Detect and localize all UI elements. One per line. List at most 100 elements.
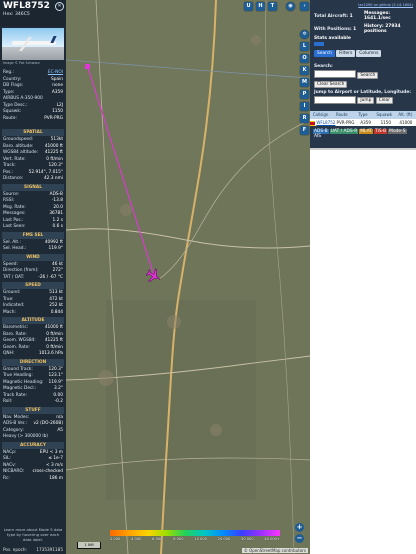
detail-label[interactable]: TAT / OAT: (3, 275, 24, 282)
source-legend: ADS-B UAT / ADS-R MLAT TIS-B Mode-SAIS (313, 129, 413, 139)
with-positions-value: 1 (353, 27, 357, 32)
toggle-l-button[interactable]: L (300, 42, 309, 51)
detail-value: A5 (57, 427, 63, 433)
detail-label[interactable]: QNH: (3, 351, 14, 358)
altitude-scale-label: 8 000 (173, 537, 184, 541)
layers-icon[interactable]: ◉ (286, 2, 295, 11)
with-positions: With Positions: 1 (314, 27, 356, 32)
total-aircraft-value: 1 (349, 14, 353, 19)
pos-epoch: Pos. epoch: 1735391185 (3, 547, 63, 552)
toggle-h-button[interactable]: H (256, 2, 265, 11)
town-area (120, 204, 132, 216)
row-callsign: WFL8752 (310, 119, 335, 126)
detail-label[interactable]: Sel. Head.: (3, 246, 26, 253)
toggle-r-button[interactable]: R (300, 114, 309, 123)
footer-note: Learn more about Mode S data type by hov… (3, 527, 63, 542)
trail-start-marker (85, 64, 90, 69)
with-positions-label: With Positions: (314, 27, 352, 32)
tab-search[interactable]: Search (314, 50, 336, 57)
detail-label[interactable]: Roll: (3, 399, 12, 406)
section-header: FMS SEL (2, 231, 64, 239)
hex-code: 346C5 (14, 12, 30, 17)
field-area (106, 300, 256, 500)
detail-value: 0.6 s (52, 224, 63, 229)
app-root: WFL8752 Hex: 346C5 ✕ Image © Pat Schwarz… (0, 0, 416, 554)
tab-filters[interactable]: Filters (336, 50, 356, 57)
section-header: WIND (2, 253, 64, 261)
jump-button[interactable]: Jump (357, 97, 375, 104)
altitude-scale-label: 40 000+ (264, 537, 280, 541)
map-attribution[interactable]: © OpenStreetMap contributors (241, 548, 308, 553)
detail-label[interactable]: Last Seen: (3, 224, 26, 231)
legend-item[interactable]: AIS (313, 134, 323, 139)
detail-row: QNH: 1013.6 hPa (2, 351, 64, 358)
list-scrollbar[interactable] (310, 148, 416, 150)
toggle-k-button[interactable]: K (300, 66, 309, 75)
toggle-u-button[interactable]: U (244, 2, 253, 11)
detail-row: Last Seen: 0.6 s (2, 224, 64, 231)
version-link[interactable]: tar1090 on github (3.14.1604) (358, 3, 413, 7)
search-label: Search: (314, 64, 333, 69)
col-altitude[interactable]: Alt. (ft) (395, 111, 416, 119)
messages-value: 1641.1/sec (364, 16, 391, 21)
col-squawk[interactable]: Squawk (374, 111, 395, 119)
detail-row: Heavy (> 300000 lb) (2, 434, 64, 441)
detail-label[interactable]: Heavy (> 300000 lb) (3, 434, 48, 441)
zoom-out-button[interactable]: − (295, 534, 304, 543)
altitude-scale-label: 4 000 (131, 537, 142, 541)
row-altitude: 41000 (399, 120, 413, 125)
settings-gear-icon[interactable]: ✲ (300, 30, 309, 39)
stats-available: Stats available (314, 36, 351, 41)
section-header: SPATIAL (2, 129, 64, 136)
section-header: ACCURACY (2, 441, 64, 449)
history-count: History: 27934 positions (364, 24, 414, 34)
altitude-scale-label: 2 000 (110, 537, 121, 541)
col-route[interactable]: Route (331, 111, 352, 119)
collapse-sidebar-icon[interactable]: ‹ (300, 2, 309, 11)
search-input[interactable] (314, 70, 356, 78)
detail-row: Mach: 0.844 (2, 310, 64, 317)
clear-search-button[interactable]: Clear Search (314, 80, 348, 88)
toggle-i-button[interactable]: I (300, 102, 309, 111)
detail-header: WFL8752 Hex: 346C5 ✕ (0, 0, 66, 26)
toggle-o-button[interactable]: O (300, 54, 309, 63)
stats-toggle-icon[interactable] (314, 42, 324, 46)
detail-label[interactable]: Route: (3, 116, 17, 123)
clear-jump-button[interactable]: Clear (375, 97, 393, 104)
detail-row: Roll: -0.2 (2, 399, 64, 406)
detail-row: Sel. Head.: 119.9° (2, 246, 64, 253)
table-header: Callsign Route Type Squawk Alt. (ft) (310, 111, 416, 119)
col-type[interactable]: Type (352, 111, 373, 119)
detail-value: 186 m (49, 475, 63, 481)
zoom-in-button[interactable]: + (295, 523, 304, 532)
detail-label[interactable]: Rc: (3, 476, 10, 483)
legend-item[interactable]: Mode-S (388, 129, 407, 134)
altitude-scale-label: 30 000 (241, 537, 254, 541)
detail-label[interactable]: Distance: (3, 176, 23, 183)
legend-item[interactable]: TIS-B (373, 129, 388, 134)
toggle-p-button[interactable]: P (300, 90, 309, 99)
col-callsign[interactable]: Callsign (310, 111, 331, 119)
close-icon[interactable]: ✕ (55, 2, 64, 11)
map-canvas[interactable] (66, 0, 310, 554)
search-button[interactable]: Search (357, 71, 379, 79)
toggle-f-button[interactable]: F (300, 126, 309, 135)
town-area (251, 35, 261, 45)
section-header: SIGNAL (2, 183, 64, 191)
map-view[interactable]: U H T ◉ ‹ ✲ L O K M P I R F + − 2 000 4 0… (66, 0, 310, 554)
toggle-t-button[interactable]: T (268, 2, 277, 11)
toggle-m-button[interactable]: M (300, 78, 309, 87)
detail-sections: SPATIAL Groundspeed: 513kt Baro. altitude: 4… (2, 128, 64, 482)
town-area (210, 424, 222, 436)
row-squawk: 1150 (380, 120, 391, 125)
row-route: PVR-PRG (336, 120, 355, 125)
detail-label[interactable]: Mach: (3, 310, 16, 317)
stats-header: tar1090 on github (3.14.1604) Total Airc… (310, 0, 416, 148)
aircraft-photo[interactable] (2, 28, 64, 60)
jump-input[interactable] (314, 95, 356, 104)
row-callsign-link[interactable]: WFL8752 (316, 120, 335, 125)
table-row[interactable]: WFL8752 PVR-PRG A359 1150 41000 (310, 119, 416, 126)
legend-item[interactable]: UAT / ADS-R (329, 129, 359, 134)
legend-item[interactable]: MLAT (359, 129, 373, 134)
tab-columns[interactable]: Columns (356, 50, 382, 57)
